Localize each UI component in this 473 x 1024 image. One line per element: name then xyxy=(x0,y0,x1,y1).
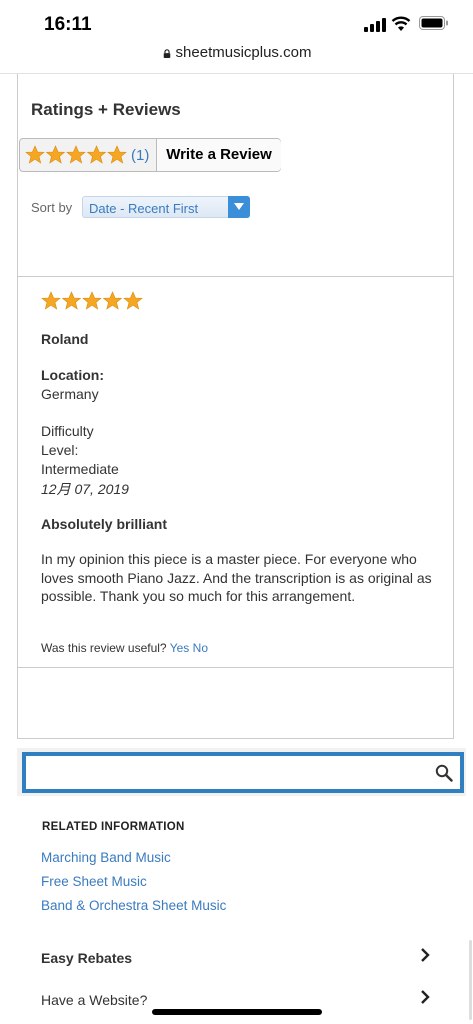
star-icon xyxy=(82,291,102,310)
chevron-right-icon[interactable] xyxy=(420,948,430,962)
related-link-marching-band[interactable]: Marching Band Music xyxy=(41,850,171,865)
chevron-down-icon xyxy=(234,203,244,210)
review-useful: Was this review useful? Yes No xyxy=(41,641,208,655)
star-icon xyxy=(107,145,127,164)
search-area xyxy=(17,748,466,796)
sort-select[interactable]: Date - Recent First xyxy=(82,196,250,218)
star-icon xyxy=(41,291,61,310)
status-bar: 16:11 xyxy=(0,0,473,44)
wifi-icon xyxy=(391,16,411,31)
search-box[interactable] xyxy=(22,752,464,793)
ratings-summary-card: Ratings + Reviews (1) Write a Review Sor… xyxy=(17,74,454,277)
difficulty-value: Intermediate xyxy=(41,461,119,477)
empty-card xyxy=(17,667,454,739)
average-rating-stars[interactable] xyxy=(25,145,129,165)
useful-question: Was this review useful? xyxy=(41,641,167,655)
accordion-have-a-website[interactable]: Have a Website? xyxy=(41,992,147,1008)
related-link-band-orchestra[interactable]: Band & Orchestra Sheet Music xyxy=(41,898,226,913)
status-time: 16:11 xyxy=(44,14,92,35)
rating-count[interactable]: (1) xyxy=(131,147,149,164)
location-value: Germany xyxy=(41,386,99,402)
ratings-title: Ratings + Reviews xyxy=(31,100,181,119)
accordion-easy-rebates[interactable]: Easy Rebates xyxy=(41,950,132,966)
review-body: In my opinion this piece is a master pie… xyxy=(41,551,432,604)
difficulty-label-line2: Level: xyxy=(41,442,79,458)
star-icon xyxy=(123,291,143,310)
review-rating-stars xyxy=(41,291,143,310)
star-icon xyxy=(66,145,86,164)
battery-icon xyxy=(419,16,448,30)
scrollbar[interactable] xyxy=(469,940,472,1020)
rating-summary-box: (1) Write a Review xyxy=(19,138,281,172)
review-date: 12月 07, 2019 xyxy=(41,481,129,497)
star-icon xyxy=(25,145,45,164)
review-author: Roland xyxy=(41,331,89,347)
useful-yes-link[interactable]: Yes xyxy=(170,641,190,655)
review-headline: Absolutely brilliant xyxy=(41,516,168,532)
star-icon xyxy=(45,145,66,164)
sort-dropdown-button[interactable] xyxy=(228,196,250,218)
location-label: Location: xyxy=(41,367,104,383)
url-text: sheetmusicplus.com xyxy=(175,44,312,61)
star-icon xyxy=(86,145,107,164)
lock-icon xyxy=(163,49,170,58)
search-icon[interactable] xyxy=(435,764,453,782)
related-link-free-sheet-music[interactable]: Free Sheet Music xyxy=(41,874,147,889)
useful-no-link[interactable]: No xyxy=(193,641,208,655)
chevron-right-icon[interactable] xyxy=(420,990,430,1004)
sort-value: Date - Recent First xyxy=(89,201,199,216)
related-heading: RELATED INFORMATION xyxy=(42,821,185,833)
difficulty-label-line1: Difficulty xyxy=(41,423,94,439)
home-indicator[interactable] xyxy=(152,1009,322,1015)
address-bar[interactable]: sheetmusicplus.com xyxy=(0,44,473,74)
review-card: Roland Location: Germany Difficulty Leve… xyxy=(17,276,454,668)
star-icon xyxy=(61,291,82,310)
write-review-button[interactable]: Write a Review xyxy=(156,139,281,171)
star-icon xyxy=(102,291,123,310)
sort-label: Sort by xyxy=(31,200,73,215)
search-input[interactable] xyxy=(32,762,416,786)
cellular-signal-icon xyxy=(364,18,386,32)
